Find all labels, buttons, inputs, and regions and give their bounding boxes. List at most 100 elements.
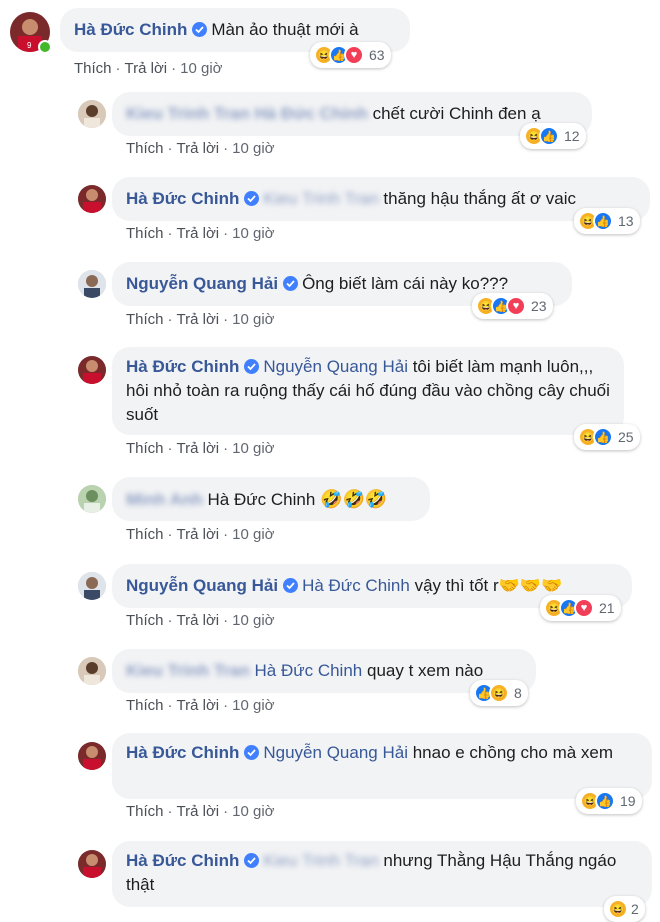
like-button[interactable]: Thích <box>126 803 164 820</box>
avatar[interactable] <box>78 850 106 878</box>
avatar[interactable] <box>78 185 106 213</box>
reaction-summary[interactable]: 😆 👍 ♥ 21 <box>540 595 621 621</box>
comment-text: vậy thì tốt r🤝🤝🤝 <box>414 576 563 595</box>
like-button[interactable]: Thích <box>126 440 164 457</box>
author-name[interactable]: Hà Đức Chinh <box>126 851 239 870</box>
author-name[interactable]: Nguyễn Quang Hải <box>126 274 278 293</box>
reply-button[interactable]: Trả lời <box>177 803 220 820</box>
love-reaction-icon: ♥ <box>344 45 364 65</box>
like-button[interactable]: Thích <box>126 697 164 714</box>
reaction-summary[interactable]: 👍 😆 8 <box>470 680 528 706</box>
like-button[interactable]: Thích <box>126 311 164 328</box>
timestamp[interactable]: 10 giờ <box>232 697 274 714</box>
like-button[interactable]: Thích <box>126 526 164 543</box>
love-reaction-icon: ♥ <box>506 296 526 316</box>
comment-text: thăng hậu thắng ất ơ vaic <box>383 189 577 208</box>
avatar[interactable] <box>78 356 106 384</box>
author-name[interactable]: Hà Đức Chinh <box>126 743 239 762</box>
like-button[interactable]: Thích <box>126 612 164 629</box>
mention-tag[interactable]: Hà Đức Chinh <box>254 661 362 680</box>
author-name[interactable]: Hà Đức Chinh <box>74 20 187 39</box>
author-name[interactable]: Hà Đức Chinh <box>126 357 239 376</box>
comment-actions: Thích · Trả lời · 10 giờ <box>126 697 275 714</box>
verified-badge-icon <box>283 576 299 593</box>
love-reaction-icon: ♥ <box>574 598 594 618</box>
comment-actions: Thích · Trả lời · 10 giờ <box>126 440 275 457</box>
avatar[interactable] <box>78 100 106 128</box>
reply-button[interactable]: Trả lời <box>177 440 220 457</box>
comment-text: hnao e chồng cho mà xem <box>412 743 614 762</box>
verified-badge-icon <box>244 743 260 760</box>
svg-text:9: 9 <box>27 41 32 50</box>
timestamp[interactable]: 10 giờ <box>232 803 274 820</box>
comment-actions: Thích · Trả lời · 10 giờ <box>126 225 275 242</box>
comment-text: quay t xem nào <box>366 661 484 680</box>
timestamp[interactable]: 10 giờ <box>232 311 274 328</box>
reply-button[interactable]: Trả lời <box>177 140 220 157</box>
author-name[interactable]: Minh Anh <box>126 488 203 512</box>
timestamp[interactable]: 10 giờ <box>232 440 274 457</box>
reply-button[interactable]: Trả lời <box>125 60 168 77</box>
comment-actions: Thích · Trả lời · 10 giờ <box>126 526 275 543</box>
like-reaction-icon: 👍 <box>595 791 615 811</box>
timestamp[interactable]: 10 giờ <box>232 225 274 242</box>
comment-text: Màn ảo thuật mới à <box>211 20 359 39</box>
like-button[interactable]: Thích <box>126 225 164 242</box>
reaction-count: 12 <box>564 128 580 144</box>
haha-reaction-icon: 😆 <box>608 899 628 919</box>
avatar[interactable] <box>78 485 106 513</box>
mention-tag[interactable]: Nguyễn Quang Hải <box>263 743 408 762</box>
timestamp[interactable]: 10 giờ <box>232 612 274 629</box>
avatar[interactable] <box>78 742 106 770</box>
reaction-count: 8 <box>514 685 522 701</box>
mention-tag[interactable]: Hà Đức Chinh <box>302 576 410 595</box>
comment-text: Ông biết làm cái này ko??? <box>302 274 509 293</box>
avatar[interactable] <box>78 657 106 685</box>
reaction-summary[interactable]: 😆 👍 13 <box>574 208 640 234</box>
reply-button[interactable]: Trả lời <box>177 225 220 242</box>
comment-text: chết cười Chinh đen ạ <box>372 104 541 123</box>
reply-button[interactable]: Trả lời <box>177 526 220 543</box>
mention-tag[interactable]: Nguyễn Quang Hải <box>263 357 408 376</box>
reaction-summary[interactable]: 😆 👍 12 <box>520 123 586 149</box>
like-reaction-icon: 👍 <box>593 211 613 231</box>
avatar[interactable] <box>78 572 106 600</box>
reply-button[interactable]: Trả lời <box>177 311 220 328</box>
reply-button[interactable]: Trả lời <box>177 612 220 629</box>
reaction-count: 63 <box>369 47 385 63</box>
reaction-summary[interactable]: 😆 👍 25 <box>574 424 640 450</box>
reaction-summary[interactable]: 😆 2 <box>604 896 645 922</box>
online-status-icon <box>38 40 52 54</box>
reaction-summary[interactable]: 😆 👍 19 <box>576 788 642 814</box>
reaction-count: 23 <box>531 298 547 314</box>
reply-button[interactable]: Trả lời <box>177 697 220 714</box>
comment-actions: Thích · Trả lời · 10 giờ <box>126 140 275 157</box>
timestamp[interactable]: 10 giờ <box>180 60 222 77</box>
author-name[interactable]: Hà Đức Chinh <box>126 189 239 208</box>
timestamp[interactable]: 10 giờ <box>232 140 274 157</box>
reaction-summary[interactable]: 😆 👍 ♥ 23 <box>472 293 553 319</box>
comment-bubble: Minh Anh Hà Đức Chinh 🤣🤣🤣 <box>112 477 430 521</box>
reaction-summary[interactable]: 😆 👍 ♥ 63 <box>310 42 391 68</box>
mention-tag[interactable]: Kieu Trinh Tran <box>263 187 378 211</box>
haha-reaction-icon: 😆 <box>489 683 509 703</box>
author-name[interactable]: Kieu Trinh Tran Hà Đức Chinh <box>126 102 368 126</box>
like-button[interactable]: Thích <box>126 140 164 157</box>
author-name[interactable]: Nguyễn Quang Hải <box>126 576 278 595</box>
like-reaction-icon: 👍 <box>539 126 559 146</box>
comment-actions: Thích · Trả lời · 10 giờ <box>74 60 223 77</box>
like-button[interactable]: Thích <box>74 60 112 77</box>
mention-tag[interactable]: Hà Đức Chinh <box>208 490 316 509</box>
reaction-count: 2 <box>631 901 639 917</box>
comment-actions: Thích · Trả lời · 10 giờ <box>126 612 275 629</box>
mention-tag[interactable]: Kieu Trinh Tran <box>263 849 378 873</box>
comment-bubble: Hà Đức Chinh Kieu Trinh Tran nhưng Thằng … <box>112 841 652 907</box>
reaction-count: 13 <box>618 213 634 229</box>
timestamp[interactable]: 10 giờ <box>232 526 274 543</box>
verified-badge-icon <box>244 851 260 868</box>
avatar[interactable] <box>78 270 106 298</box>
author-name[interactable]: Kieu Trinh Tran <box>126 659 250 683</box>
reaction-count: 21 <box>599 600 615 616</box>
comment-bubble: Hà Đức Chinh Nguyễn Quang Hải tôi biết là… <box>112 347 624 435</box>
like-reaction-icon: 👍 <box>593 427 613 447</box>
